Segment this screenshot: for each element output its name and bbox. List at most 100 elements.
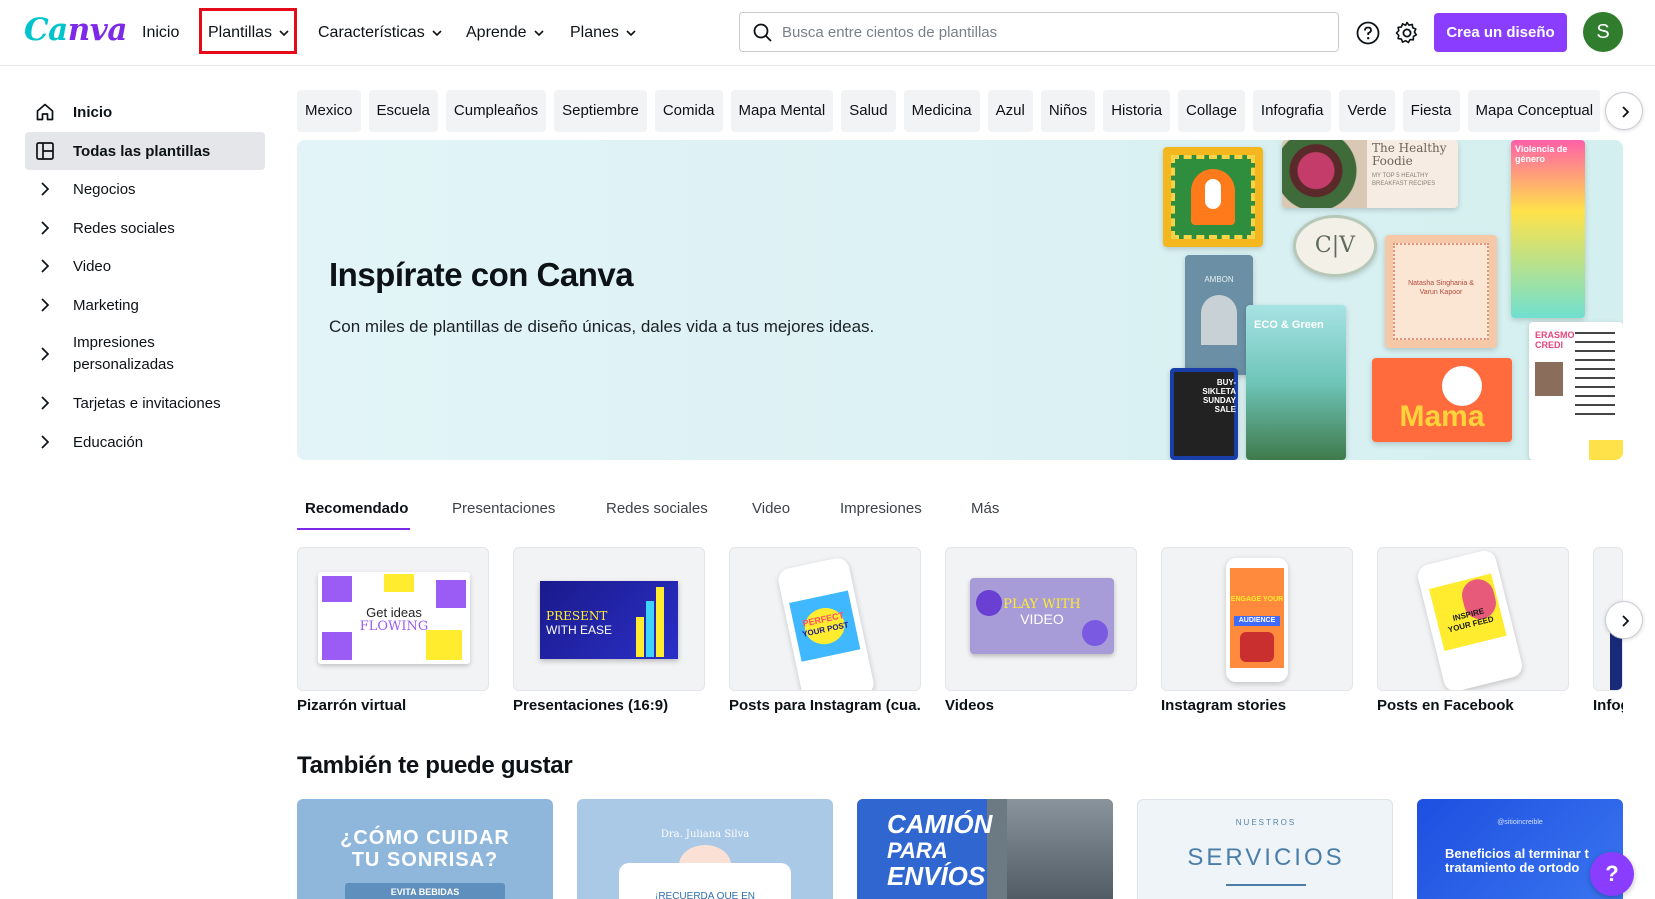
home-icon — [36, 103, 54, 121]
amber-label: AMBON — [1204, 275, 1234, 284]
gear-icon[interactable] — [1394, 20, 1420, 46]
sidebar-item-marketing[interactable]: Marketing — [25, 286, 265, 324]
categories-next-button[interactable] — [1605, 601, 1643, 639]
category-label[interactable]: Infog — [1593, 697, 1623, 714]
mama-text: Mama — [1399, 400, 1485, 433]
thumb-text-line1: ENGAGE YOUR — [1230, 596, 1284, 603]
category-label[interactable]: Videos — [945, 697, 1137, 714]
chip-mapa-mental[interactable]: Mapa Mental — [730, 90, 834, 132]
tab-recomendado[interactable]: Recomendado — [305, 500, 408, 530]
healthy-foodie-subtitle: MY TOP 5 HEALTHY BREAKFAST RECIPES — [1372, 173, 1436, 187]
resume-name: ERASMO CREDI — [1535, 330, 1575, 350]
category-card-videos[interactable]: PLAY WITH VIDEO — [945, 547, 1137, 691]
sidebar-item-label: Todas las plantillas — [73, 142, 211, 160]
nav-planes[interactable]: Planes — [570, 20, 637, 46]
create-design-button[interactable]: Crea un diseño — [1434, 13, 1567, 52]
chip-septiembre[interactable]: Septiembre — [554, 90, 647, 132]
search-icon — [753, 23, 772, 42]
category-card-pizarron[interactable]: Get ideas FLOWING — [297, 547, 489, 691]
sidebar-item-redes-sociales[interactable]: Redes sociales — [25, 209, 265, 247]
template-card-camion[interactable]: CAMIÓN PARA ENVÍOS — [857, 799, 1113, 899]
avatar[interactable]: S — [1583, 12, 1623, 52]
category-card-presentaciones[interactable]: PRESENT WITH EASE — [513, 547, 705, 691]
chip-historia[interactable]: Historia — [1103, 90, 1171, 132]
thumb-text-line2: WITH EASE — [546, 623, 613, 637]
chip-comida[interactable]: Comida — [654, 90, 723, 132]
sidebar-item-label: Marketing — [73, 296, 139, 314]
canva-logo[interactable]: Canva — [24, 12, 127, 48]
tab-impresiones[interactable]: Impresiones — [840, 500, 922, 530]
help-fab-button[interactable]: ? — [1590, 852, 1634, 896]
template-card-genero[interactable]: Violencia de género — [1511, 140, 1585, 318]
chips-next-button[interactable] — [1605, 92, 1643, 130]
nav-caracteristicas[interactable]: Características — [318, 20, 443, 46]
chip-ninos[interactable]: Niños — [1040, 90, 1096, 132]
category-label[interactable]: Posts para Instagram (cua... — [729, 697, 921, 714]
card-text-line2: SERVICIOS — [1187, 844, 1345, 871]
search-input[interactable] — [782, 13, 1332, 51]
template-card-orange-frame[interactable] — [1163, 147, 1263, 247]
template-card-wedding[interactable]: Natasha Singhania & Varun Kapoor — [1385, 235, 1497, 348]
category-card-instagram-posts[interactable]: PERFECT YOUR POST — [729, 547, 921, 691]
wedding-names: Natasha Singhania & Varun Kapoor — [1408, 280, 1474, 296]
category-label[interactable]: Instagram stories — [1161, 697, 1353, 714]
template-card-amber[interactable]: AMBON — [1185, 255, 1253, 375]
nav-highlight-box — [199, 8, 297, 54]
nav-aprende[interactable]: Aprende — [466, 20, 545, 46]
card-text-line1: NUESTROS — [1235, 818, 1297, 827]
chevron-right-icon — [41, 435, 50, 449]
genero-title: Violencia de género — [1515, 144, 1568, 164]
nav-label: Planes — [570, 24, 619, 41]
category-label[interactable]: Pizarrón virtual — [297, 697, 489, 714]
chip-collage[interactable]: Collage — [1178, 90, 1245, 132]
chip-fiesta[interactable]: Fiesta — [1402, 90, 1460, 132]
chip-azul[interactable]: Azul — [987, 90, 1033, 132]
sidebar-item-negocios[interactable]: Negocios — [25, 170, 265, 208]
sidebar-item-video[interactable]: Video — [25, 247, 265, 285]
template-card-dra-juliana[interactable]: Dra. Juliana Silva ¡RECUERDA QUE EN — [577, 799, 833, 899]
chip-medicina[interactable]: Medicina — [903, 90, 980, 132]
chip-escuela[interactable]: Escuela — [368, 90, 438, 132]
thumb-text-line2: FLOWING — [359, 619, 429, 634]
template-card-monogram[interactable]: C|V — [1293, 215, 1377, 277]
category-label[interactable]: Posts en Facebook — [1377, 697, 1569, 714]
search-box — [739, 12, 1339, 52]
top-bar: Canva Inicio Plantillas Características … — [0, 0, 1655, 66]
chip-mexico[interactable]: Mexico — [297, 90, 361, 132]
chip-salud[interactable]: Salud — [841, 90, 896, 132]
chip-cumpleanos[interactable]: Cumpleaños — [445, 90, 547, 132]
tab-presentaciones[interactable]: Presentaciones — [452, 500, 555, 530]
tab-video[interactable]: Video — [752, 500, 790, 530]
template-card-bike-sale[interactable]: BUY-SIKLETA SUNDAY SALE — [1170, 368, 1238, 460]
template-card-healthy-foodie[interactable]: The Healthy Foodie MY TOP 5 HEALTHY BREA… — [1282, 140, 1458, 208]
template-card-servicios[interactable]: NUESTROS SERVICIOS — [1137, 799, 1393, 899]
sidebar-item-tarjetas-e-invitaciones[interactable]: Tarjetas e invitaciones — [25, 384, 265, 422]
chip-mapa-conceptual[interactable]: Mapa Conceptual — [1467, 90, 1600, 132]
category-card-instagram-stories[interactable]: ENGAGE YOUR AUDIENCE — [1161, 547, 1353, 691]
thumb-text-line1: PLAY WITH — [1003, 597, 1081, 612]
card-text-line1: Dra. Juliana Silva — [660, 829, 750, 840]
chevron-right-icon — [41, 396, 50, 410]
chip-infografia[interactable]: Infografia — [1252, 90, 1332, 132]
template-card-resume[interactable]: ERASMO CREDI — [1529, 322, 1623, 460]
healthy-foodie-title: The Healthy Foodie — [1372, 141, 1447, 168]
sidebar-item-educacion[interactable]: Educación — [25, 423, 265, 461]
category-label[interactable]: Presentaciones (16:9) — [513, 697, 705, 714]
template-card-eco-green[interactable]: ECO & Green — [1246, 305, 1346, 460]
sidebar-item-impresiones-personalizadas[interactable]: Impresiones personalizadas — [25, 329, 265, 379]
monogram-text: C|V — [1314, 233, 1356, 258]
chevron-right-icon — [41, 298, 50, 312]
sidebar-item-todas-las-plantillas[interactable]: Todas las plantillas — [25, 132, 265, 170]
sidebar-item-label: Redes sociales — [73, 219, 175, 237]
tab-mas[interactable]: Más — [971, 500, 999, 530]
template-card-sonrisa[interactable]: ¿CÓMO CUIDAR TU SONRISA? EVITA BEBIDAS — [297, 799, 553, 899]
chevron-down-icon — [533, 30, 544, 37]
chip-verde[interactable]: Verde — [1339, 90, 1395, 132]
help-icon[interactable] — [1355, 20, 1381, 46]
nav-inicio[interactable]: Inicio — [142, 20, 179, 46]
template-card-mama[interactable]: Mama — [1372, 358, 1512, 442]
tab-redes-sociales[interactable]: Redes sociales — [606, 500, 708, 530]
bike-sale-text: BUY-SIKLETA SUNDAY SALE — [1202, 378, 1236, 414]
sidebar-item-inicio[interactable]: Inicio — [25, 93, 265, 131]
category-card-facebook-posts[interactable]: INSPIRE YOUR FEED — [1377, 547, 1569, 691]
